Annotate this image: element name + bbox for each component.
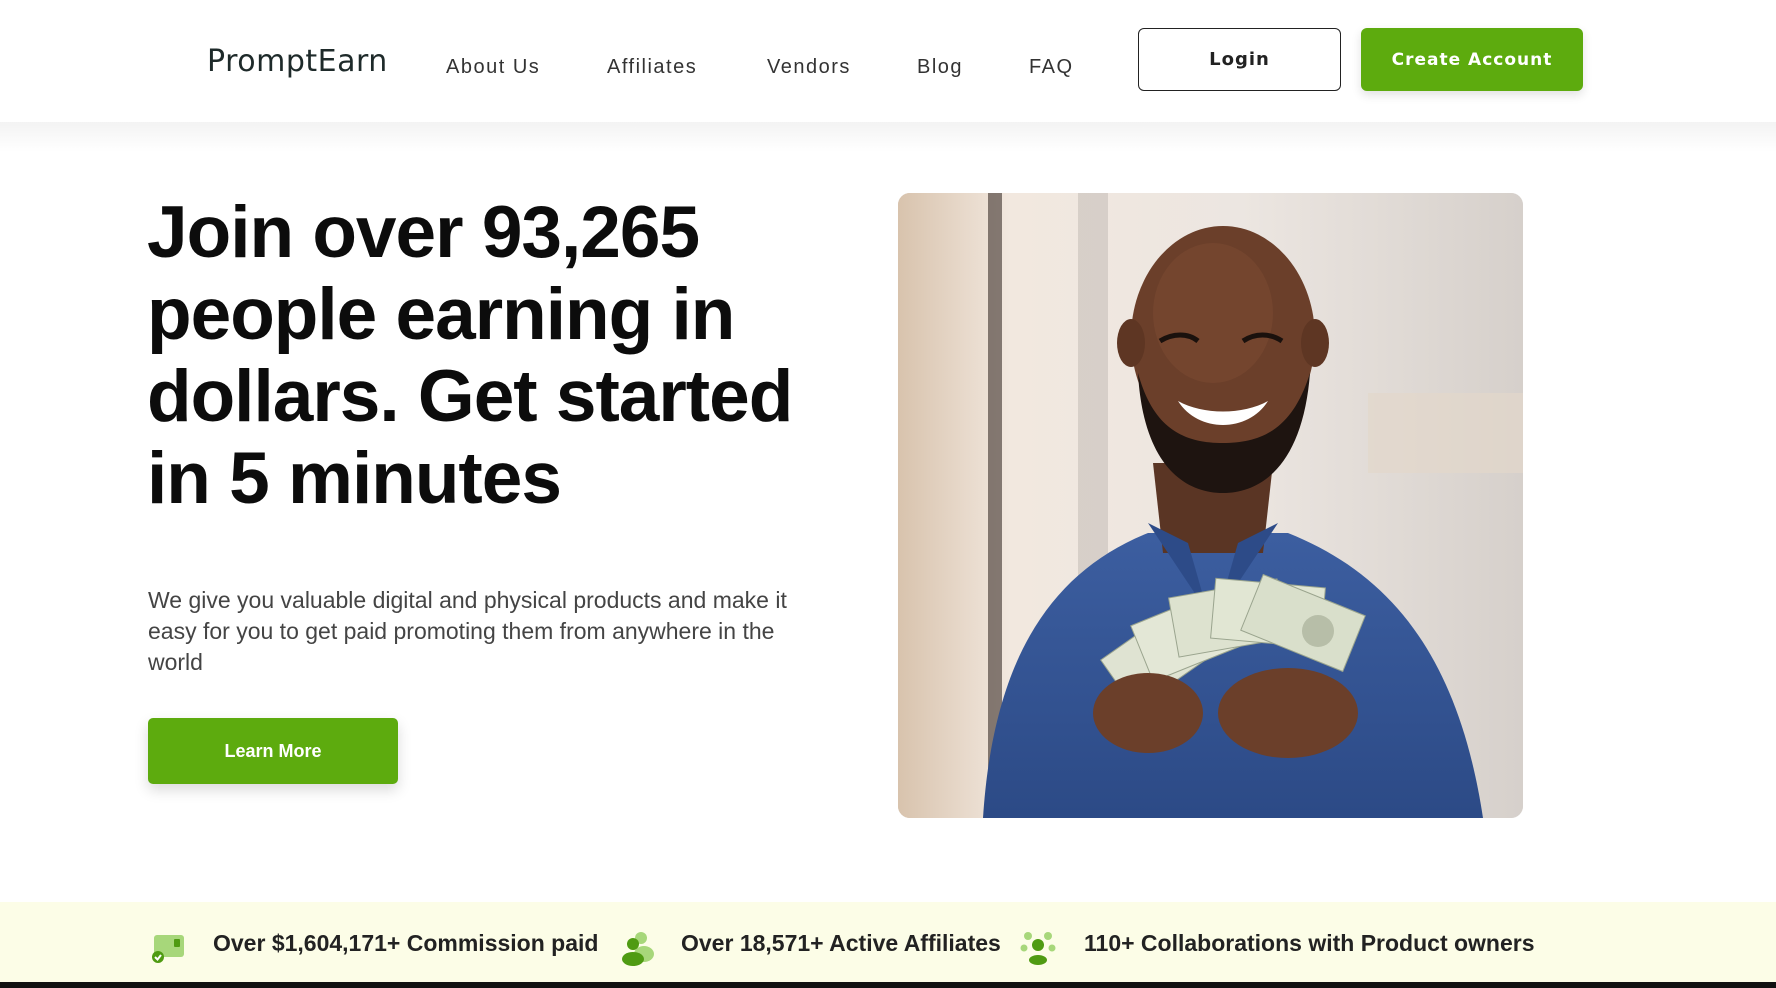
stat-commission: Over $1,604,171+ Commission paid — [213, 930, 599, 956]
logo-text: PromptEarn — [207, 44, 388, 79]
nav-faq[interactable]: FAQ — [1029, 56, 1074, 79]
create-account-button[interactable]: Create Account — [1361, 28, 1583, 91]
hero-title: Join over 93,265 people earning in dolla… — [147, 192, 793, 519]
stat-collaborations: 110+ Collaborations with Product owners — [1084, 930, 1535, 956]
commission-money-icon — [150, 933, 186, 970]
site-header: PromptEarn About Us Affiliates Vendors B… — [0, 0, 1776, 122]
nav-about-us[interactable]: About Us — [446, 56, 540, 79]
nav-vendors[interactable]: Vendors — [767, 56, 851, 79]
login-button[interactable]: Login — [1138, 28, 1341, 91]
nav-affiliates[interactable]: Affiliates — [607, 56, 697, 79]
bottom-divider — [0, 982, 1776, 988]
smiling-man-holding-cash-photo — [898, 193, 1523, 818]
stat-affiliates: Over 18,571+ Active Affiliates — [681, 930, 1001, 956]
affiliates-group-icon — [620, 930, 656, 971]
nav-blog[interactable]: Blog — [917, 56, 963, 79]
collaboration-network-icon — [1020, 930, 1056, 971]
learn-more-button[interactable]: Learn More — [148, 718, 398, 784]
logo[interactable]: PromptEarn — [207, 44, 388, 79]
hero-image — [898, 193, 1523, 818]
header-shadow — [0, 122, 1776, 152]
hero-subtitle: We give you valuable digital and physica… — [148, 587, 787, 675]
